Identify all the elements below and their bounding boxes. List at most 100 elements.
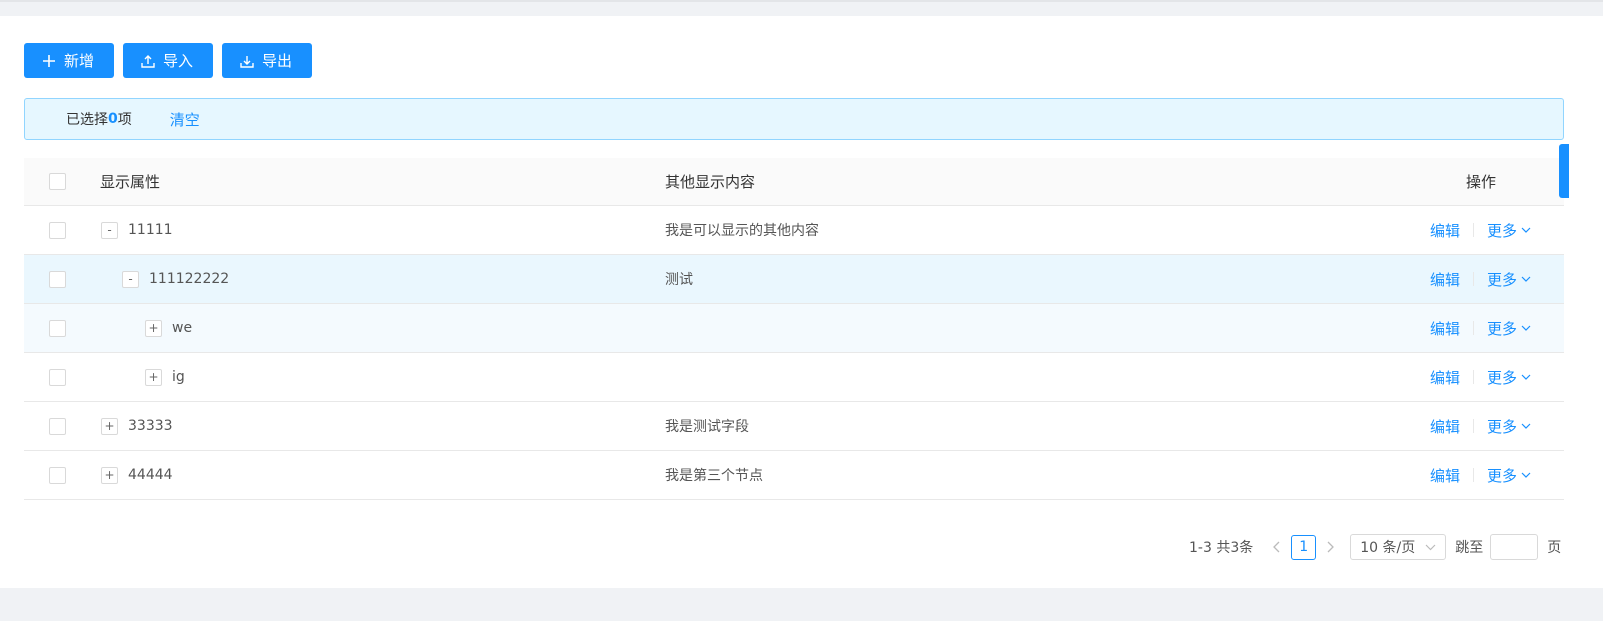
column-header-other: 其他显示内容 — [665, 173, 756, 191]
more-dropdown[interactable]: 更多 — [1487, 318, 1531, 339]
selection-prefix: 已选择 — [66, 112, 108, 128]
expand-icon[interactable]: + — [145, 319, 162, 337]
name-cell: + 44444 — [101, 466, 173, 484]
divider — [1473, 468, 1475, 482]
row-other-content: 测试 — [665, 272, 693, 288]
select-all-checkbox[interactable] — [49, 173, 66, 190]
row-checkbox[interactable] — [49, 319, 66, 337]
download-icon — [240, 55, 254, 68]
name-cell: + we — [145, 319, 193, 337]
tree-table: 显示属性 其他显示内容 操作 - 11111 我是可以显示的其他内容 编辑 更多 — [24, 158, 1564, 500]
row-name: 11111 — [128, 222, 173, 238]
chevron-down-icon — [1521, 227, 1531, 233]
row-checkbox[interactable] — [49, 417, 66, 435]
chevron-down-icon — [1425, 544, 1436, 551]
chevron-right-icon — [1327, 541, 1335, 553]
divider — [1473, 223, 1475, 237]
divider — [1473, 321, 1475, 335]
pagination-total: 1-3 共3条 — [1189, 540, 1254, 556]
more-label: 更多 — [1487, 368, 1518, 387]
edit-link[interactable]: 编辑 — [1430, 416, 1460, 437]
import-button[interactable]: 导入 — [123, 43, 213, 78]
edit-link[interactable]: 编辑 — [1430, 465, 1460, 486]
chevron-down-icon — [1521, 472, 1531, 478]
collapse-icon[interactable]: - — [122, 270, 139, 288]
more-dropdown[interactable]: 更多 — [1487, 220, 1531, 241]
table-row: + 33333 我是测试字段 编辑 更多 — [24, 402, 1564, 451]
selection-alert: 已选择 0 项 清空 — [24, 98, 1564, 140]
clear-selection-link[interactable]: 清空 — [170, 109, 200, 130]
more-label: 更多 — [1487, 270, 1518, 289]
add-button-label: 新增 — [64, 52, 95, 70]
add-button[interactable]: 新增 — [24, 43, 114, 78]
page-size-select[interactable]: 10 条/页 — [1350, 534, 1447, 560]
chevron-down-icon — [1521, 325, 1531, 331]
page-size-value: 10 条/页 — [1360, 540, 1416, 556]
more-label: 更多 — [1487, 466, 1518, 485]
row-actions: 编辑 更多 — [1430, 367, 1531, 388]
row-checkbox[interactable] — [49, 466, 66, 484]
row-other-content: 我是测试字段 — [665, 419, 749, 435]
more-label: 更多 — [1487, 221, 1518, 240]
table-row: + ig 编辑 更多 — [24, 353, 1564, 402]
content-card: 新增 导入 导出 已选择 0 项 清空 显示属性 其他显示内容 操作 - 111… — [0, 16, 1603, 588]
top-strip — [0, 0, 1603, 16]
next-page-button[interactable] — [1322, 539, 1338, 555]
name-cell: + 33333 — [101, 417, 173, 435]
import-button-label: 导入 — [163, 52, 194, 70]
row-name: we — [172, 320, 193, 336]
edit-link[interactable]: 编辑 — [1430, 220, 1460, 241]
selection-count: 0 — [108, 111, 118, 127]
jump-page-input[interactable] — [1490, 534, 1539, 560]
edit-link[interactable]: 编辑 — [1430, 318, 1460, 339]
export-button[interactable]: 导出 — [222, 43, 312, 78]
bottom-strip — [0, 588, 1603, 621]
prev-page-button[interactable] — [1269, 539, 1285, 555]
column-header-name: 显示属性 — [100, 173, 161, 191]
page-number-button[interactable]: 1 — [1291, 534, 1317, 560]
upload-icon — [141, 54, 155, 68]
chevron-down-icon — [1521, 374, 1531, 380]
table-row: - 111122222 测试 编辑 更多 — [24, 255, 1564, 304]
chevron-left-icon — [1273, 541, 1280, 553]
row-name: 44444 — [128, 467, 173, 483]
more-label: 更多 — [1487, 319, 1518, 338]
row-checkbox[interactable] — [49, 368, 66, 386]
pagination: 1-3 共3条 1 10 条/页 跳至 页 — [1189, 534, 1561, 560]
table-header: 显示属性 其他显示内容 操作 — [24, 158, 1564, 206]
expand-icon[interactable]: + — [101, 466, 118, 484]
scrollbar-thumb[interactable] — [1559, 144, 1569, 198]
toolbar: 新增 导入 导出 — [24, 43, 312, 78]
name-cell: - 111122222 — [122, 270, 230, 288]
row-checkbox[interactable] — [49, 270, 66, 288]
table-row: + we 编辑 更多 — [24, 304, 1564, 353]
edit-link[interactable]: 编辑 — [1430, 269, 1460, 290]
name-cell: - 11111 — [101, 221, 173, 239]
row-actions: 编辑 更多 — [1430, 220, 1531, 241]
page-label: 页 — [1547, 540, 1562, 556]
row-actions: 编辑 更多 — [1430, 269, 1531, 290]
more-dropdown[interactable]: 更多 — [1487, 367, 1531, 388]
edit-link[interactable]: 编辑 — [1430, 367, 1460, 388]
row-actions: 编辑 更多 — [1430, 318, 1531, 339]
row-name: ig — [172, 369, 185, 385]
row-checkbox[interactable] — [49, 221, 66, 239]
row-other-content: 我是可以显示的其他内容 — [665, 223, 819, 239]
expand-icon[interactable]: + — [101, 417, 118, 435]
more-dropdown[interactable]: 更多 — [1487, 269, 1531, 290]
more-dropdown[interactable]: 更多 — [1487, 465, 1531, 486]
column-header-ops: 操作 — [1466, 173, 1497, 191]
row-name: 111122222 — [149, 271, 230, 287]
more-label: 更多 — [1487, 417, 1518, 436]
collapse-icon[interactable]: - — [101, 221, 118, 239]
selection-suffix: 项 — [117, 112, 132, 128]
jump-label: 跳至 — [1455, 540, 1484, 556]
row-name: 33333 — [128, 418, 173, 434]
more-dropdown[interactable]: 更多 — [1487, 416, 1531, 437]
divider — [1473, 272, 1475, 286]
chevron-down-icon — [1521, 423, 1531, 429]
chevron-down-icon — [1521, 276, 1531, 282]
expand-icon[interactable]: + — [145, 368, 162, 386]
divider — [1473, 419, 1475, 433]
row-actions: 编辑 更多 — [1430, 416, 1531, 437]
